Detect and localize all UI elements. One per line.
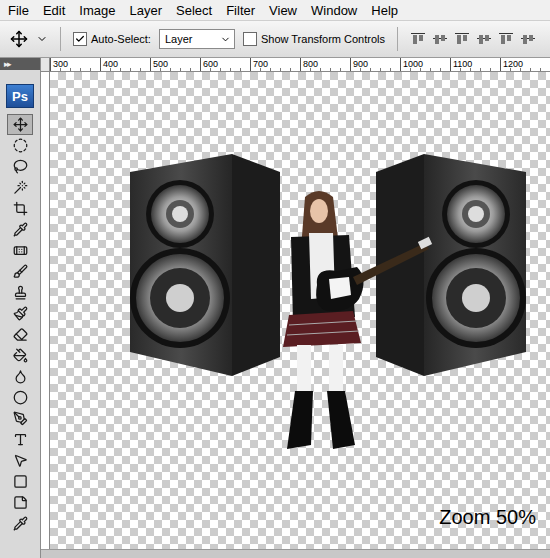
tool-icon <box>13 390 28 405</box>
tool-icon <box>13 180 28 195</box>
options-bar: Auto-Select: Layer Show Transform Controls <box>0 21 550 58</box>
tool-button[interactable] <box>7 492 33 513</box>
ruler-mark: 400 <box>100 58 150 71</box>
transform-controls-checkbox[interactable]: Show Transform Controls <box>243 32 385 46</box>
tool-button[interactable] <box>7 324 33 345</box>
menu-item[interactable]: Window <box>311 3 357 18</box>
tool-button[interactable] <box>7 282 33 303</box>
tool-icon <box>13 495 28 510</box>
zoom-label: Zoom 50% <box>439 506 536 529</box>
menu-item[interactable]: Help <box>371 3 398 18</box>
tool-button[interactable] <box>7 219 33 240</box>
dropdown-arrow-icon <box>220 34 231 45</box>
separator <box>397 27 398 51</box>
ps-logo: Ps <box>6 84 34 108</box>
tool-icon <box>13 411 28 426</box>
separator <box>60 27 61 51</box>
tool-icon <box>13 138 28 153</box>
layer-select[interactable]: Layer <box>159 29 235 49</box>
align-icon[interactable] <box>520 31 536 47</box>
tool-icon <box>13 516 28 531</box>
tool-icon <box>13 117 28 132</box>
tool-button[interactable] <box>7 156 33 177</box>
menu-item[interactable]: Edit <box>43 3 65 18</box>
horizontal-scrollbar[interactable] <box>41 549 550 558</box>
tool-button[interactable] <box>7 135 33 156</box>
tool-icon <box>13 159 28 174</box>
ruler-mark: 800 <box>300 58 350 71</box>
align-icon[interactable] <box>410 31 426 47</box>
menu-item[interactable]: Filter <box>226 3 255 18</box>
tool-button[interactable] <box>7 387 33 408</box>
tool-button[interactable] <box>7 366 33 387</box>
menu-item[interactable]: Image <box>79 3 115 18</box>
tool-icon <box>13 432 28 447</box>
photoshop-window: File Edit Image Layer Select Filter View Window… <box>0 0 550 558</box>
ruler-mark: 1000 <box>400 58 450 71</box>
auto-select-checkbox[interactable]: Auto-Select: <box>73 32 151 46</box>
canvas[interactable]: Zoom 50% <box>50 72 550 549</box>
align-icon[interactable] <box>454 31 470 47</box>
ruler-mark: 700 <box>250 58 300 71</box>
menu-item[interactable]: Layer <box>130 3 163 18</box>
menu-item[interactable]: File <box>8 3 29 18</box>
tool-button[interactable] <box>7 450 33 471</box>
checkbox-box[interactable] <box>243 32 257 46</box>
tool-icon <box>13 474 28 489</box>
ruler-mark: 1100 <box>450 58 500 71</box>
tool-icon <box>13 285 28 300</box>
tool-button[interactable] <box>7 471 33 492</box>
tool-icon <box>13 222 28 237</box>
tool-icon <box>13 243 28 258</box>
tool-button[interactable] <box>7 303 33 324</box>
tool-icon <box>13 306 28 321</box>
tool-icon <box>13 264 28 279</box>
tool-button[interactable] <box>7 261 33 282</box>
move-tool-icon[interactable] <box>10 30 28 48</box>
left-speaker-layer[interactable] <box>130 152 282 382</box>
tool-icon <box>13 327 28 342</box>
ruler-mark: 600 <box>200 58 250 71</box>
tool-button[interactable] <box>7 114 33 135</box>
ruler-mark: 900 <box>350 58 400 71</box>
tool-button[interactable] <box>7 513 33 534</box>
tool-button[interactable] <box>7 345 33 366</box>
align-icon[interactable] <box>432 31 448 47</box>
ruler-corner <box>41 58 50 71</box>
document-area: 300400500600700800900100011001200 Zoom 50… <box>41 58 550 558</box>
align-icon[interactable] <box>498 31 514 47</box>
ruler-mark: 1200 <box>500 58 550 71</box>
menu-item[interactable]: Select <box>176 3 212 18</box>
vertical-ruler <box>41 72 50 549</box>
tool-preset-arrow-icon[interactable] <box>36 33 48 45</box>
guitarist-layer[interactable] <box>257 187 433 463</box>
align-icon[interactable] <box>476 31 492 47</box>
menu-bar: File Edit Image Layer Select Filter View Window… <box>0 0 550 21</box>
align-buttons <box>410 31 536 47</box>
horizontal-ruler: 300400500600700800900100011001200 <box>41 58 550 72</box>
menu-item[interactable]: View <box>269 3 297 18</box>
tool-icon <box>13 369 28 384</box>
right-speaker-layer[interactable] <box>374 152 526 382</box>
tool-button[interactable] <box>7 240 33 261</box>
ruler-mark: 300 <box>50 58 100 71</box>
tool-button[interactable] <box>7 198 33 219</box>
tool-button[interactable] <box>7 429 33 450</box>
guitarist-photo[interactable] <box>257 187 433 459</box>
tool-button[interactable] <box>7 408 33 429</box>
canvas-row: Zoom 50% <box>41 72 550 549</box>
workspace: ▸▸ Ps 300400500600700800900100011001200 Zoo… <box>0 58 550 558</box>
tool-icon <box>13 201 28 216</box>
check-icon <box>75 34 85 44</box>
tool-button[interactable] <box>7 177 33 198</box>
tool-icon <box>13 348 28 363</box>
toolbox: ▸▸ Ps <box>0 58 41 558</box>
checkbox-box[interactable] <box>73 32 87 46</box>
toolbox-header[interactable]: ▸▸ <box>0 58 40 70</box>
left-speaker[interactable] <box>130 152 282 378</box>
tool-icon <box>13 453 28 468</box>
ruler-mark: 500 <box>150 58 200 71</box>
